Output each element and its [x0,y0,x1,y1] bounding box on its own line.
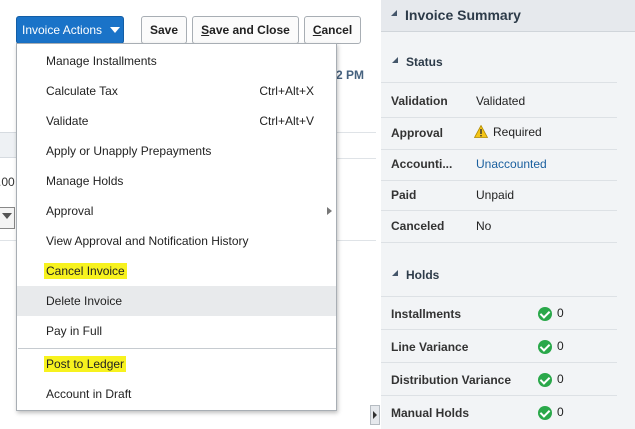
status-heading: Status [406,55,443,69]
menu-item-label: View Approval and Notification History [46,234,249,248]
canceled-value: No [476,219,492,233]
row-divider [381,362,617,363]
accounting-link[interactable]: Unaccounted [476,157,547,171]
paid-label: Paid [391,188,417,202]
timestamp-text: 2 PM [336,68,365,82]
invoice-summary-header[interactable]: Invoice Summary [381,0,635,32]
menu-item-delete-invoice[interactable]: Delete Invoice [17,286,336,316]
menu-item-manage-installments[interactable]: Manage Installments [17,46,336,76]
shortcut-text: Ctrl+Alt+X [259,84,314,98]
manual-holds-count: 0 [557,405,564,419]
distribution-variance-label: Distribution Variance [391,373,512,387]
chevron-down-icon [2,213,12,219]
collapse-triangle-icon [392,270,398,276]
menu-item-label: Cancel Invoice [44,263,127,279]
save-and-close-button[interactable]: Save and Close [192,16,299,44]
caret-down-icon [110,27,121,33]
menu-item-label: Post to Ledger [44,356,127,372]
menu-item-manage-holds[interactable]: Manage Holds [17,166,336,196]
invoice-actions-button[interactable]: Invoice Actions [16,16,124,44]
row-divider [381,296,617,297]
approval-label: Approval [391,126,444,140]
line-variance-label: Line Variance [391,340,469,354]
divider [336,240,376,241]
row-divider [0,240,16,241]
menu-item-label: Approval [46,204,94,218]
check-circle-icon [538,373,552,387]
manual-holds-label: Manual Holds [391,406,470,420]
validation-value: Validated [476,94,526,108]
collapse-triangle-icon [391,10,397,16]
chevron-right-icon [373,411,377,419]
amount-value: .00 [0,175,15,189]
validation-label: Validation [391,94,448,108]
cancel-button[interactable]: Cancel [304,16,361,44]
save-button[interactable]: Save [141,16,187,44]
distribution-variance-count: 0 [557,372,564,386]
check-circle-icon [538,406,552,420]
invoice-actions-label: Invoice Actions [22,23,103,37]
row-divider [381,329,617,330]
cancel-mnemonic: C [312,23,322,37]
accounting-label: Accounti... [391,157,453,171]
canceled-label: Canceled [391,219,445,233]
menu-item-post-to-ledger[interactable]: Post to Ledger [17,349,336,379]
cancel-label: ancel [321,23,353,37]
save-close-mnemonic: S [201,23,210,37]
menu-item-approval-history[interactable]: View Approval and Notification History [17,226,336,256]
menu-item-label: Manage Holds [46,174,124,188]
divider [336,132,376,133]
row-divider [381,242,617,243]
invoice-actions-menu: Manage Installments Calculate Tax Ctrl+Al… [16,43,337,411]
installments-count: 0 [557,306,564,320]
menu-item-pay-in-full[interactable]: Pay in Full [17,316,336,346]
menu-item-label: Account in Draft [46,387,132,401]
menu-item-calculate-tax[interactable]: Calculate Tax Ctrl+Alt+X [17,76,336,106]
save-label: Save [149,23,179,37]
invoice-summary-panel: Invoice Summary Status Validation Valida… [381,0,635,429]
menu-item-label: Validate [46,114,89,128]
menu-item-validate[interactable]: Validate Ctrl+Alt+V [17,106,336,136]
collapse-triangle-icon [392,57,398,63]
menu-item-account-in-draft[interactable]: Account in Draft [17,379,336,409]
check-circle-icon [538,307,552,321]
check-circle-icon [538,340,552,354]
warning-icon [474,125,488,138]
submenu-arrow-icon [327,207,332,215]
divider [336,158,376,159]
grid-header-strip [0,132,16,158]
save-close-label: ave and Close [209,23,290,37]
row-divider [381,180,617,181]
panel-collapse-handle[interactable] [370,405,380,425]
row-divider [381,82,617,83]
menu-item-approval[interactable]: Approval [17,196,336,226]
line-variance-count: 0 [557,339,564,353]
paid-value: Unpaid [476,188,515,202]
menu-item-label: Pay in Full [46,324,103,338]
menu-item-label: Calculate Tax [46,84,118,98]
row-divider [381,117,617,118]
shortcut-text: Ctrl+Alt+V [259,114,314,128]
menu-item-apply-prepayments[interactable]: Apply or Unapply Prepayments [17,136,336,166]
menu-item-label: Manage Installments [46,54,157,68]
menu-item-label: Delete Invoice [46,294,123,308]
holds-heading: Holds [406,268,440,282]
row-dropdown[interactable] [0,207,15,229]
menu-item-label: Apply or Unapply Prepayments [46,144,212,158]
approval-value: Required [493,125,542,139]
row-divider [381,149,617,150]
row-divider [381,210,617,211]
panel-title: Invoice Summary [405,7,521,23]
row-divider [381,395,617,396]
installments-label: Installments [391,307,462,321]
menu-item-cancel-invoice[interactable]: Cancel Invoice [17,256,336,286]
